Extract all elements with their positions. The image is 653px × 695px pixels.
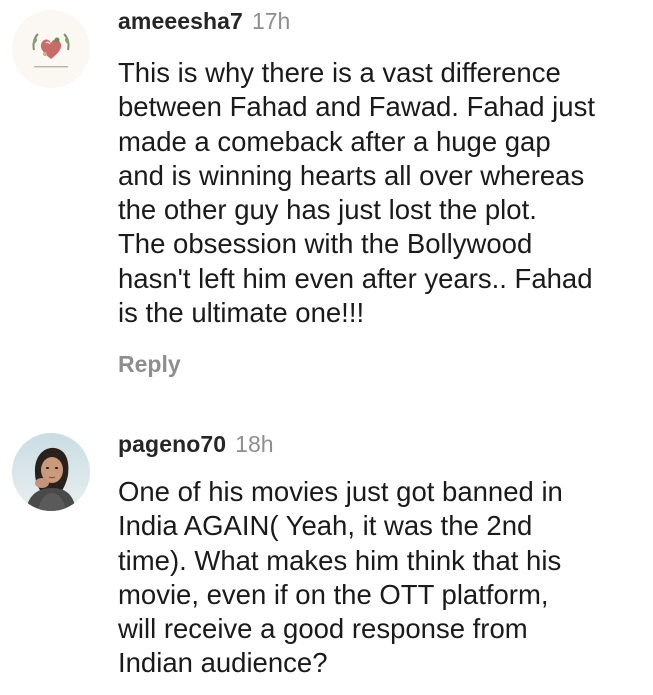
- timestamp: 17h: [251, 8, 291, 34]
- comment-text-line: movie, even if on the OTT platform,: [118, 578, 549, 610]
- comment-text-line: India AGAIN( Yeah, it was the 2nd: [118, 510, 533, 542]
- user-avatar[interactable]: [12, 10, 90, 88]
- comment-text-line: time). What makes him think that his: [118, 544, 562, 576]
- user-photo-icon: [12, 433, 90, 511]
- comment-body: ameeesha7 17h This is why there is a vast…: [118, 0, 643, 378]
- comment-text-line: will receive a good response from: [118, 613, 528, 645]
- comment-text: One of his movies just got banned in Ind…: [118, 475, 643, 681]
- comment-text-line: hasn't left him even after years.. Fahad: [118, 262, 593, 294]
- timestamp: 18h: [235, 431, 274, 457]
- comment-text-line: made a comeback after a huge gap: [118, 125, 551, 157]
- username[interactable]: ameeesha7: [118, 8, 243, 34]
- comment-body: pageno70 18h One of his movies just got b…: [118, 425, 643, 681]
- user-avatar[interactable]: [12, 433, 90, 511]
- comment-item: pageno70 18h One of his movies just got b…: [0, 425, 653, 695]
- username[interactable]: pageno70: [118, 431, 226, 457]
- heart-wreath-icon: [12, 10, 90, 88]
- comment-text-line: between Fahad and Fawad. Fahad just: [118, 91, 595, 123]
- comment-meta: pageno70 18h: [118, 427, 643, 461]
- reply-button[interactable]: Reply: [118, 351, 181, 378]
- comment-text-line: Indian audience?: [118, 647, 328, 679]
- comment-text-line: and is winning hearts all over whereas: [118, 159, 585, 191]
- comment-text-line: is the ultimate one!!!: [118, 297, 365, 329]
- comment-text: This is why there is a vast difference b…: [118, 56, 643, 330]
- comment-text-line: This is why there is a vast difference: [118, 57, 561, 88]
- comment-meta: ameeesha7 17h: [118, 4, 643, 38]
- comment-text-line: the other guy has just lost the plot.: [118, 194, 537, 226]
- comment-text-line: The obsession with the Bollywood: [118, 228, 533, 260]
- comment-text-line: One of his movies just got banned in: [118, 476, 563, 507]
- comment-item: ameeesha7 17h This is why there is a vast…: [0, 0, 653, 400]
